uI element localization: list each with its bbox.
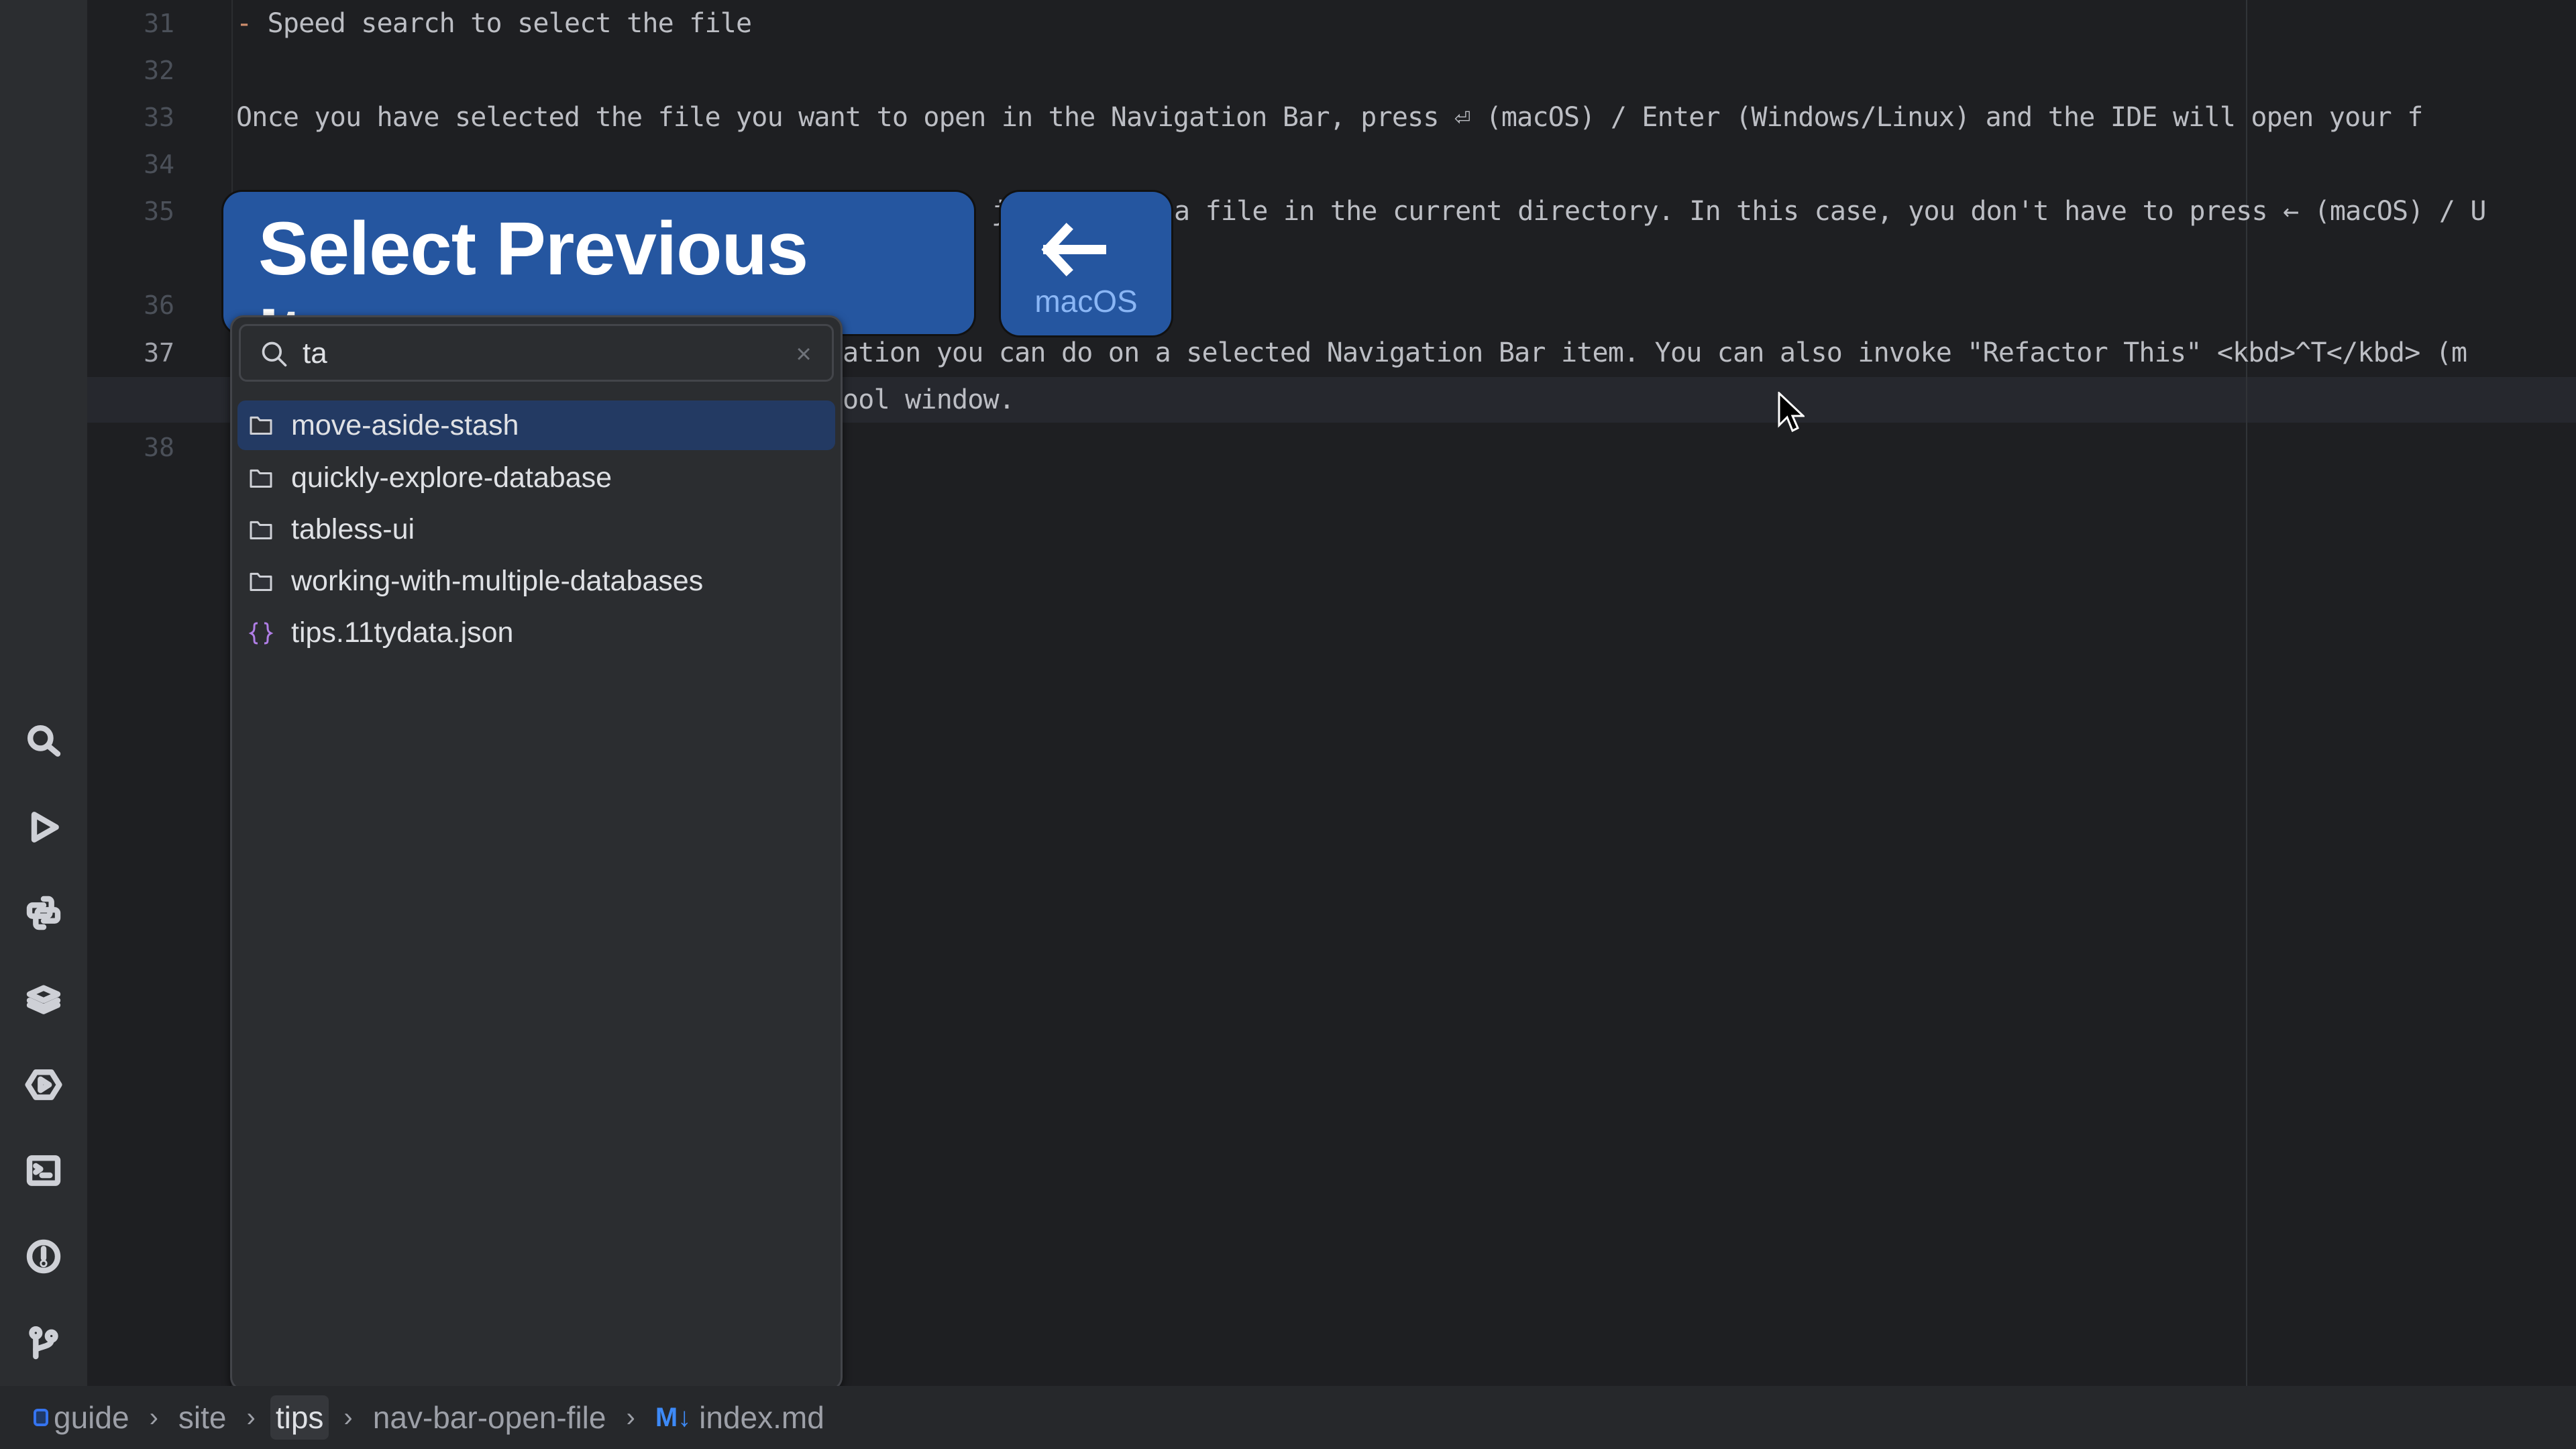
line-number: 34 [144,150,174,179]
folder-icon [246,410,276,441]
folder-icon [246,515,276,545]
breadcrumb-label: nav-bar-open-file [372,1400,606,1435]
markdown-icon: M↓ [655,1402,692,1432]
list-item[interactable]: working-with-multiple-databases [237,555,835,607]
search-icon[interactable] [23,721,64,761]
speed-search-field[interactable]: × [239,324,834,382]
breadcrumb-item-guide[interactable]: guide [28,1395,135,1440]
terminal-icon[interactable] [23,1150,64,1191]
folder-icon [246,566,276,597]
line-number: 31 [144,9,174,38]
code-line-37-wrap[interactable]: ool window. [843,376,1015,423]
layers-icon[interactable] [23,979,64,1019]
git-icon[interactable] [23,1322,64,1362]
list-item[interactable]: move-aside-stash [237,400,835,450]
chevron-right-icon: › [246,1402,256,1432]
popup-item-list: move-aside-stash quickly-explore-databas… [237,400,835,659]
chevron-right-icon: › [149,1402,158,1432]
code-text: Speed search to select the file [252,8,753,39]
list-item[interactable]: tips.11tydata.json [237,607,835,659]
tool-window-strip [0,0,89,1386]
line-number: 35 [144,197,174,226]
run-icon[interactable] [23,807,64,847]
list-item-label: quickly-explore-database [291,462,612,494]
list-marker: - [236,8,252,39]
breadcrumb: guide › site › tips › nav-bar-open-file … [0,1386,2576,1449]
breadcrumb-label: index.md [699,1400,824,1435]
navigation-bar-popup: × move-aside-stash quickly-explore-datab… [230,315,843,1391]
breadcrumb-label: tips [275,1400,324,1435]
code-line-31[interactable]: - Speed search to select the file [236,0,753,47]
services-icon[interactable] [23,1065,64,1105]
speed-search-input[interactable] [301,334,733,373]
line-number: 36 [144,290,174,320]
breadcrumb-item-nav-bar-open-file[interactable]: nav-bar-open-file [368,1395,612,1440]
breadcrumb-item-tips[interactable]: tips [270,1395,329,1440]
breadcrumb-label: guide [54,1400,129,1435]
clear-search-icon[interactable]: × [790,339,817,369]
line-number: 32 [144,56,174,85]
python-console-icon[interactable] [23,893,64,933]
shortcut-key-badge: macOS [1001,192,1171,335]
line-number: 38 [144,433,174,462]
code-line-37[interactable]: ation you can do on a selected Navigatio… [843,329,2467,376]
problems-icon[interactable] [23,1236,64,1277]
line-number-current: 37 [144,338,174,368]
folder-icon [246,463,276,494]
mouse-cursor-icon [1778,392,1805,433]
breadcrumb-label: site [178,1400,227,1435]
code-line-35[interactable]: a file in the current directory. In this… [1174,188,2487,235]
breadcrumb-item-site[interactable]: site [173,1395,232,1440]
action-name-badge: Select Previous Item [223,192,974,377]
chevron-right-icon: › [343,1402,353,1432]
list-item-label: working-with-multiple-databases [291,565,704,597]
json-file-icon [246,618,276,649]
list-item-label: tabless-ui [291,513,415,545]
list-item-label: move-aside-stash [291,409,519,441]
search-icon [262,341,287,367]
list-item-label: tips.11tydata.json [291,616,514,649]
chevron-right-icon: › [626,1402,635,1432]
breadcrumb-item-index-md[interactable]: M↓ index.md [650,1395,830,1440]
list-item[interactable]: tabless-ui [237,504,835,555]
list-item[interactable]: quickly-explore-database [237,452,835,504]
shortcut-os-label: macOS [1034,284,1138,319]
module-icon [34,1409,48,1426]
line-number: 33 [144,103,174,132]
arrow-left-icon [1041,223,1106,276]
code-line-33[interactable]: Once you have selected the file you want… [236,94,2423,141]
